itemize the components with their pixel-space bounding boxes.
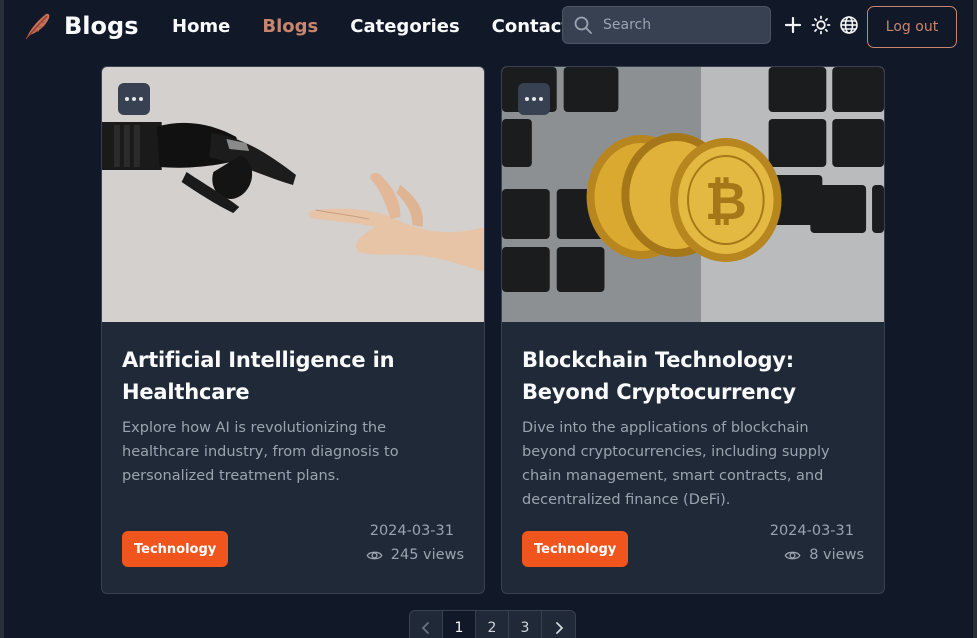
post-views: 8 views [770, 543, 864, 567]
card-footer: Technology 2024-03-31 8 views [522, 523, 864, 567]
nav-blogs[interactable]: Blogs [262, 16, 318, 37]
post-meta: 2024-03-31 245 views [366, 519, 464, 567]
post-meta: 2024-03-31 8 views [770, 519, 864, 567]
globe-icon[interactable] [839, 15, 859, 35]
pagination: 1 2 3 [409, 610, 576, 638]
post-date: 2024-03-31 [369, 523, 454, 539]
nav-contact[interactable]: Contact [492, 16, 570, 37]
next-page-button[interactable] [542, 611, 575, 638]
search-icon [574, 16, 592, 34]
card-body: Artificial Intelligence in Healthcare Ex… [102, 322, 484, 488]
svg-text:₿: ₿ [705, 172, 747, 232]
eye-icon [784, 551, 801, 559]
post-views: 245 views [366, 543, 464, 567]
views-count: 245 views [390, 547, 464, 563]
eye-icon [366, 551, 383, 559]
prev-page-button[interactable] [410, 611, 443, 638]
brand-name: Blogs [64, 12, 139, 40]
views-count: 8 views [809, 547, 864, 563]
more-options-button[interactable] [118, 83, 150, 115]
post-date: 2024-03-31 [769, 523, 854, 539]
card-footer: Technology 2024-03-31 245 views [122, 523, 464, 567]
post-description: Dive into the applications of blockchain… [522, 420, 830, 508]
category-tag[interactable]: Technology [122, 531, 229, 567]
dot [125, 97, 129, 101]
dot [525, 97, 529, 101]
dot [139, 97, 143, 101]
post-description: Explore how AI is revolutionizing the he… [122, 420, 399, 484]
dot [532, 97, 536, 101]
post-title[interactable]: Artificial Intelligence in Healthcare [122, 344, 464, 408]
chevron-right-icon [555, 622, 563, 634]
nav-categories[interactable]: Categories [350, 16, 459, 37]
post-image: ₿ [502, 67, 884, 322]
main-nav: Home Blogs Categories Contact [172, 16, 602, 37]
search-input[interactable] [603, 17, 753, 33]
more-options-button[interactable] [518, 83, 550, 115]
logout-button[interactable]: Log out [867, 6, 957, 48]
feather-icon [25, 13, 50, 40]
blog-card[interactable]: ₿ Blockchain Technology: Beyond Cryptocu… [501, 66, 885, 594]
plus-icon[interactable] [783, 15, 803, 35]
category-tag[interactable]: Technology [522, 531, 629, 567]
chevron-left-icon [421, 622, 429, 634]
page-3-button[interactable]: 3 [509, 611, 542, 638]
brand-logo[interactable]: Blogs [22, 10, 138, 42]
dot [539, 97, 543, 101]
page-2-button[interactable]: 2 [476, 611, 509, 638]
dot [132, 97, 136, 101]
blog-card[interactable]: Artificial Intelligence in Healthcare Ex… [101, 66, 485, 594]
post-title[interactable]: Blockchain Technology: Beyond Cryptocurr… [522, 344, 864, 408]
navbar: Blogs Home Blogs Categories Contact Sear… [4, 0, 973, 56]
search-box[interactable] [562, 6, 771, 44]
sun-icon[interactable] [811, 15, 831, 35]
page-1-button[interactable]: 1 [443, 611, 476, 638]
post-image [102, 67, 484, 322]
card-body: Blockchain Technology: Beyond Cryptocurr… [502, 322, 884, 512]
nav-home[interactable]: Home [172, 16, 230, 37]
